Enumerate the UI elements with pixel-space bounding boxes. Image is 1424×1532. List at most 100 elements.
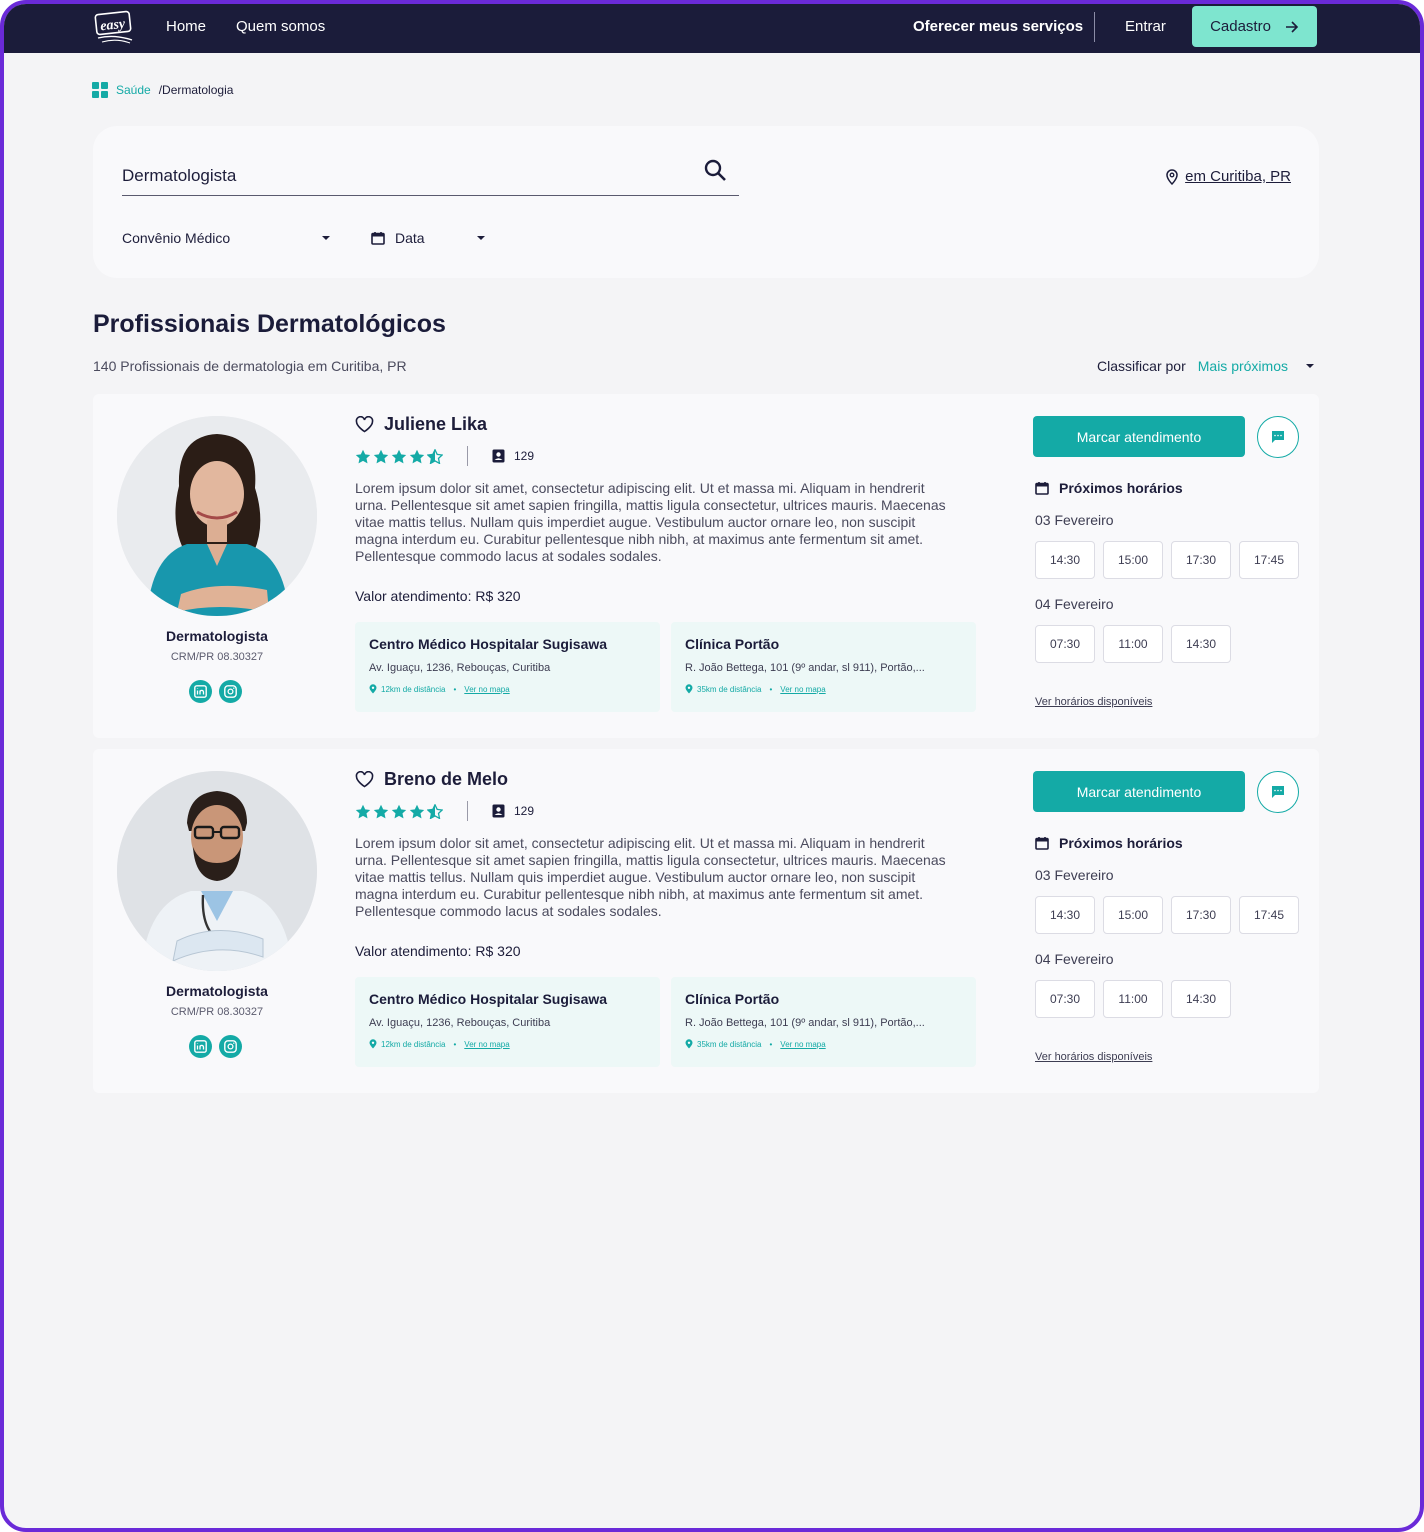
clinic-name: Clínica Portão xyxy=(685,991,780,1007)
easy-logo[interactable]: easy xyxy=(92,10,136,46)
offer-services-link[interactable]: Oferecer meus serviços xyxy=(913,18,1083,35)
slot-day-label: 04 Fevereiro xyxy=(1035,951,1114,967)
time-slot-button[interactable]: 15:00 xyxy=(1103,896,1163,934)
clinic-name: Centro Médico Hospitalar Sugisawa xyxy=(369,636,608,652)
clinic-card[interactable]: Centro Médico Hospitalar Sugisawa Av. Ig… xyxy=(355,977,660,1067)
time-slot-button[interactable]: 17:45 xyxy=(1239,541,1299,579)
professional-name-row: Breno de Melo xyxy=(355,769,508,790)
clinic-distance: 35km de distância xyxy=(697,1039,762,1049)
breadcrumb-current: /Dermatologia xyxy=(158,83,234,97)
view-on-map-link[interactable]: Ver no mapa xyxy=(780,1040,825,1049)
star-icon xyxy=(373,804,389,818)
professional-name-row: Juliene Lika xyxy=(355,414,487,435)
time-slot-button[interactable]: 14:30 xyxy=(1171,980,1231,1018)
nav-about-link[interactable]: Quem somos xyxy=(236,18,325,35)
time-slot-button[interactable]: 07:30 xyxy=(1035,625,1095,663)
star-icon xyxy=(355,804,371,818)
location-pin-icon xyxy=(369,1039,377,1049)
chevron-down-icon xyxy=(477,236,485,240)
chat-icon xyxy=(1272,786,1284,798)
sort-value: Mais próximos xyxy=(1197,358,1288,374)
chat-button[interactable] xyxy=(1257,771,1299,813)
time-slot-button[interactable]: 14:30 xyxy=(1035,541,1095,579)
reviews-badge-icon xyxy=(492,449,505,463)
time-slot-button[interactable]: 11:00 xyxy=(1103,625,1163,663)
time-slot-button[interactable]: 17:30 xyxy=(1171,896,1231,934)
clinic-distance-row: 12km de distância • Ver no mapa xyxy=(369,1039,646,1049)
clinic-card[interactable]: Centro Médico Hospitalar Sugisawa Av. Ig… xyxy=(355,622,660,712)
chat-icon xyxy=(1272,431,1284,443)
star-half-icon xyxy=(427,448,443,464)
breadcrumb-saude-link[interactable]: Saúde xyxy=(116,83,151,97)
rating-row: 129 xyxy=(355,446,534,466)
clinic-distance-row: 35km de distância • Ver no mapa xyxy=(685,684,962,694)
clinic-address: R. João Bettega, 101 (9º andar, sl 911),… xyxy=(685,1017,925,1029)
star-icon xyxy=(409,449,425,463)
professional-name[interactable]: Breno de Melo xyxy=(384,769,508,790)
professional-name[interactable]: Juliene Lika xyxy=(384,414,487,435)
clinic-address: Av. Iguaçu, 1236, Rebouças, Curitiba xyxy=(369,662,551,674)
clinic-card[interactable]: Clínica Portão R. João Bettega, 101 (9º … xyxy=(671,622,976,712)
time-slot-button[interactable]: 14:30 xyxy=(1035,896,1095,934)
date-dropdown[interactable]: Data xyxy=(371,230,485,246)
time-slot-button[interactable]: 11:00 xyxy=(1103,980,1163,1018)
instagram-icon[interactable] xyxy=(219,680,242,703)
location-pin-icon xyxy=(1166,168,1178,185)
view-available-slots-link[interactable]: Ver horários disponíveis xyxy=(1035,1051,1152,1063)
view-on-map-link[interactable]: Ver no mapa xyxy=(780,685,825,694)
linkedin-icon[interactable] xyxy=(189,680,212,703)
results-title: Profissionais Dermatológicos xyxy=(93,310,446,338)
signup-button[interactable]: Cadastro xyxy=(1192,6,1317,47)
heart-icon[interactable] xyxy=(355,416,374,433)
insurance-dropdown[interactable]: Convênio Médico xyxy=(122,230,330,246)
search-input[interactable]: Dermatologista xyxy=(122,159,739,196)
consultation-price: Valor atendimento: R$ 320 xyxy=(355,588,521,604)
insurance-label: Convênio Médico xyxy=(122,230,231,246)
category-grid-icon xyxy=(92,82,108,98)
star-icon xyxy=(373,449,389,463)
chevron-down-icon xyxy=(322,236,330,240)
next-slots-label: Próximos horários xyxy=(1059,835,1183,851)
time-slot-list: 14:30 15:00 17:30 17:45 xyxy=(1035,541,1299,579)
view-available-slots-link[interactable]: Ver horários disponíveis xyxy=(1035,696,1152,708)
location-selector[interactable]: em Curitiba, PR xyxy=(1165,168,1291,185)
rating-row: 129 xyxy=(355,801,534,821)
star-rating xyxy=(355,803,443,819)
chat-button[interactable] xyxy=(1257,416,1299,458)
nav-home-link[interactable]: Home xyxy=(166,18,206,35)
reviews-count: 129 xyxy=(514,804,535,818)
view-on-map-link[interactable]: Ver no mapa xyxy=(464,1040,509,1049)
clinic-card[interactable]: Clínica Portão R. João Bettega, 101 (9º … xyxy=(671,977,976,1067)
login-link[interactable]: Entrar xyxy=(1125,18,1166,35)
book-appointment-button[interactable]: Marcar atendimento xyxy=(1033,771,1245,812)
time-slot-button[interactable]: 17:45 xyxy=(1239,896,1299,934)
results-count: 140 Profissionais de dermatologia em Cur… xyxy=(93,358,407,374)
time-slot-button[interactable]: 15:00 xyxy=(1103,541,1163,579)
time-slot-button[interactable]: 17:30 xyxy=(1171,541,1231,579)
star-icon xyxy=(391,804,407,818)
time-slot-list: 07:30 11:00 14:30 xyxy=(1035,625,1231,663)
slot-day-label: 04 Fevereiro xyxy=(1035,596,1114,612)
rating-divider xyxy=(467,446,468,466)
heart-icon[interactable] xyxy=(355,771,374,788)
view-on-map-link[interactable]: Ver no mapa xyxy=(464,685,509,694)
linkedin-icon[interactable] xyxy=(189,1035,212,1058)
sort-dropdown[interactable]: Classificar por Mais próximos xyxy=(1097,358,1314,374)
next-slots-heading: Próximos horários xyxy=(1035,480,1183,496)
book-appointment-button[interactable]: Marcar atendimento xyxy=(1033,416,1245,457)
nav-divider xyxy=(1094,12,1095,42)
search-icon[interactable] xyxy=(703,158,729,184)
specialty-label: Dermatologista xyxy=(166,628,268,644)
location-text: em Curitiba, PR xyxy=(1185,168,1291,185)
star-icon xyxy=(391,449,407,463)
star-icon xyxy=(409,804,425,818)
time-slot-list: 07:30 11:00 14:30 xyxy=(1035,980,1231,1018)
time-slot-button[interactable]: 07:30 xyxy=(1035,980,1095,1018)
clinic-distance-row: 12km de distância • Ver no mapa xyxy=(369,684,646,694)
clinic-distance: 35km de distância xyxy=(697,684,762,694)
professional-card: Dermatologista CRM/PR 08.30327 Breno de … xyxy=(93,749,1319,1093)
reviews-count: 129 xyxy=(514,449,535,463)
time-slot-button[interactable]: 14:30 xyxy=(1171,625,1231,663)
calendar-icon xyxy=(1035,837,1049,850)
instagram-icon[interactable] xyxy=(219,1035,242,1058)
